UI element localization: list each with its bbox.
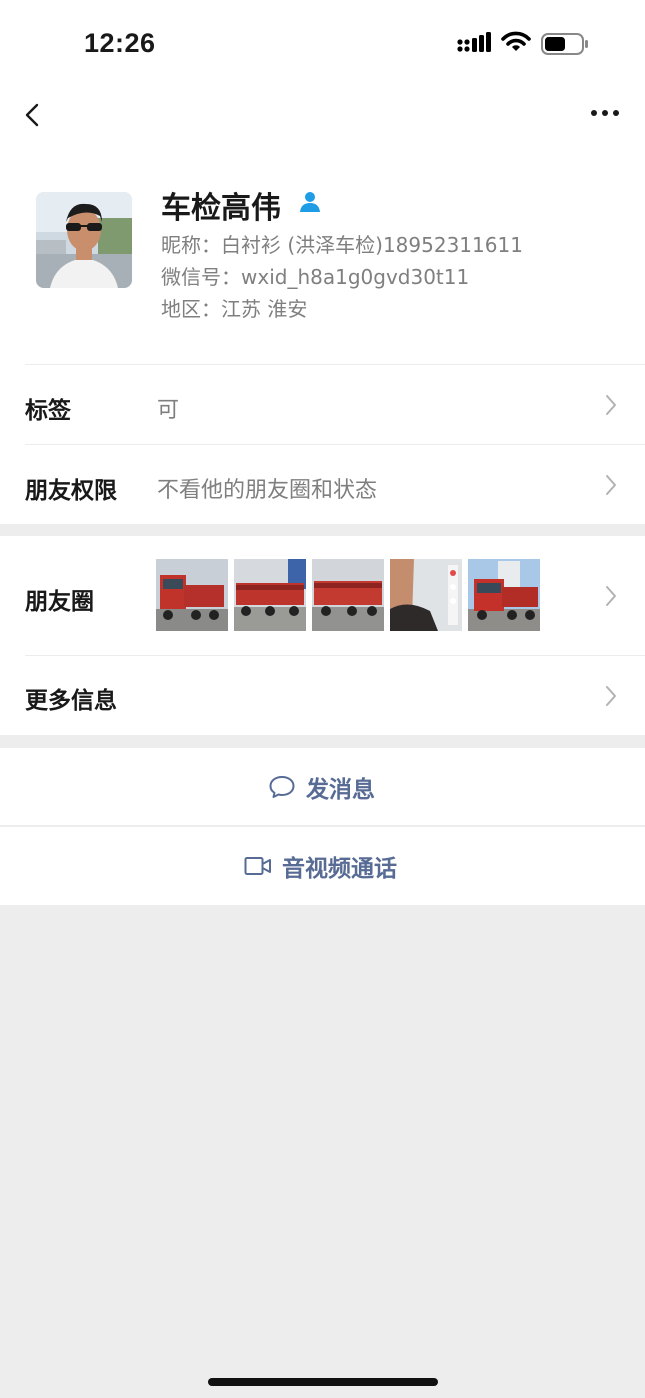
chat-bubble-icon <box>269 776 295 798</box>
send-message-label: 发消息 <box>306 777 375 803</box>
moments-thumbnail <box>312 559 384 631</box>
chevron-right-icon <box>606 586 616 606</box>
permissions-row[interactable]: 朋友权限 不看他的朋友圈和状态 <box>0 445 645 524</box>
permissions-label: 朋友权限 <box>25 478 117 504</box>
display-name: 车检高伟 <box>161 191 281 226</box>
video-call-label: 音视频通话 <box>282 856 397 882</box>
person-icon <box>300 192 320 212</box>
tags-row[interactable]: 标签 可 <box>0 365 645 445</box>
chevron-right-icon <box>606 475 616 495</box>
avatar[interactable] <box>36 192 132 288</box>
status-time: 12:26 <box>84 28 156 58</box>
moments-thumbnail <box>468 559 540 631</box>
chevron-left-icon[interactable] <box>20 98 44 132</box>
battery-icon <box>541 33 588 55</box>
signal-bars-icon <box>457 32 491 52</box>
video-call-button[interactable]: 音视频通话 <box>0 827 645 905</box>
chevron-right-icon <box>606 395 616 415</box>
moments-thumbnail <box>390 559 462 631</box>
nickname: 昵称：白衬衫 (洪泽车检)18952311611 <box>161 233 523 257</box>
region: 地区：江苏 淮安 <box>161 297 308 321</box>
send-message-button[interactable]: 发消息 <box>0 748 645 826</box>
moments-row[interactable]: 朋友圈 <box>0 536 645 656</box>
chevron-right-icon <box>606 686 616 706</box>
more-info-label: 更多信息 <box>25 688 117 714</box>
moments-label: 朋友圈 <box>25 589 94 615</box>
permissions-value: 不看他的朋友圈和状态 <box>157 478 378 503</box>
more-info-row[interactable]: 更多信息 <box>0 656 645 735</box>
profile-header: 车检高伟 昵称：白衬衫 (洪泽车检)18952311611 微信号：wxid_h… <box>0 150 645 365</box>
ellipsis-icon[interactable] <box>588 106 622 120</box>
video-camera-icon <box>244 857 271 875</box>
status-bar: 12:26 <box>0 0 645 80</box>
tags-label: 标签 <box>25 398 71 424</box>
moments-thumbnail <box>234 559 306 631</box>
nav-bar <box>0 80 645 150</box>
home-indicator[interactable] <box>208 1378 438 1386</box>
wechat-id: 微信号：wxid_h8a1g0gvd30t11 <box>161 265 470 289</box>
wifi-icon <box>501 31 531 51</box>
moments-thumbnail <box>156 559 228 631</box>
divider <box>0 825 645 826</box>
tags-value: 可 <box>157 398 180 423</box>
